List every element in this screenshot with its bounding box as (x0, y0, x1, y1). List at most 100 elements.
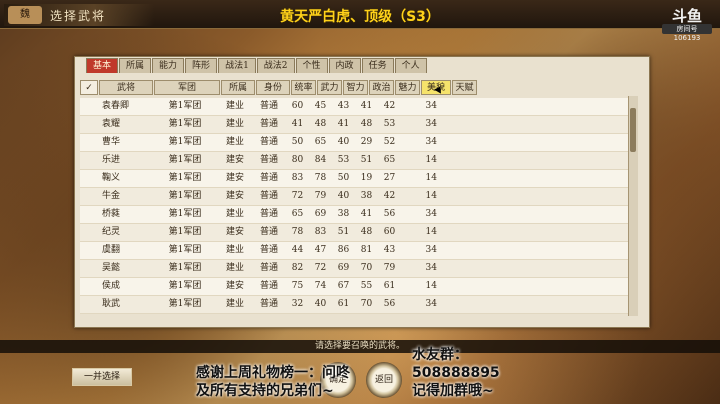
cha-cell: 65 (383, 155, 396, 165)
header-war[interactable]: 武力 (317, 80, 342, 95)
city-cell: 建业 (225, 209, 244, 219)
header-name[interactable]: 武将 (99, 80, 153, 95)
header-pol[interactable]: 政治 (369, 80, 394, 95)
war-cell: 74 (314, 281, 327, 291)
table-row[interactable]: 纪灵 第1军团 建安 普通 78 83 51 48 60 14 (80, 224, 630, 242)
pol-cell: 29 (360, 137, 373, 147)
army-cell: 第1军团 (168, 119, 202, 129)
row-checkbox[interactable] (80, 242, 98, 259)
int-cell: 40 (337, 137, 350, 147)
table-row[interactable]: 袁耀 第1军团 建业 普通 41 48 41 48 53 34 (80, 116, 630, 134)
cha-cell: 56 (383, 209, 396, 219)
table-row[interactable]: 曹华 第1军团 建业 普通 50 65 40 29 52 34 (80, 134, 630, 152)
general-name: 鞠义 (102, 173, 121, 183)
header-lead[interactable]: 统率 (291, 80, 316, 95)
room-number: 106193 (673, 34, 701, 42)
row-checkbox[interactable] (80, 152, 98, 169)
back-button[interactable]: 返回 (366, 362, 402, 398)
city-cell: 建安 (225, 227, 244, 237)
tab-personality[interactable]: 个性 (295, 58, 328, 73)
army-cell: 第1军团 (168, 263, 202, 273)
general-name: 虞翻 (102, 245, 121, 255)
tab-affiliation[interactable]: 所属 (119, 58, 152, 73)
tab-domestic[interactable]: 内政 (328, 58, 361, 73)
int-cell: 43 (337, 101, 350, 111)
row-checkbox[interactable] (80, 188, 98, 205)
city-cell: 建业 (225, 137, 244, 147)
row-checkbox[interactable] (80, 224, 98, 241)
war-cell: 78 (314, 173, 327, 183)
cha-cell: 42 (383, 191, 396, 201)
lead-cell: 50 (291, 137, 304, 147)
tab-ability[interactable]: 能力 (152, 58, 185, 73)
general-name: 袁春卿 (102, 101, 130, 111)
cha-cell: 53 (383, 119, 396, 129)
group-line-2: 508888895 (412, 365, 500, 381)
row-checkbox[interactable] (80, 116, 98, 133)
row-checkbox[interactable] (80, 278, 98, 295)
tab-mission[interactable]: 任务 (361, 58, 394, 73)
row-checkbox[interactable] (80, 170, 98, 187)
table-row[interactable]: 虞翻 第1军团 建业 普通 44 47 86 81 43 34 (80, 242, 630, 260)
int-cell: 61 (337, 299, 350, 309)
header-check[interactable]: ✓ (80, 80, 98, 95)
table-row[interactable]: 侯成 第1军团 建安 普通 75 74 67 55 61 14 (80, 278, 630, 296)
general-name: 纪灵 (102, 227, 121, 237)
lead-cell: 72 (291, 191, 304, 201)
rank-cell: 普通 (259, 155, 278, 165)
table-row[interactable]: 鞠义 第1军团 建安 普通 83 78 50 19 27 14 (80, 170, 630, 188)
table-row[interactable]: 袁春卿 第1军团 建业 普通 60 45 43 41 42 34 (80, 98, 630, 116)
table-row[interactable]: 乐进 第1军团 建安 普通 80 84 53 51 65 14 (80, 152, 630, 170)
general-name: 牛金 (102, 191, 121, 201)
talent-cell: 34 (425, 209, 437, 219)
war-cell: 69 (314, 209, 327, 219)
room-label: 房间号 (662, 24, 712, 34)
tab-basic[interactable]: 基本 (86, 58, 119, 73)
row-checkbox[interactable] (80, 134, 98, 151)
header-cha[interactable]: 魅力 (395, 80, 420, 95)
general-name: 耿武 (102, 299, 121, 309)
cha-cell: 79 (383, 263, 396, 273)
table-row[interactable]: 吴懿 第1军团 建业 普通 82 72 69 70 79 34 (80, 260, 630, 278)
city-cell: 建安 (225, 173, 244, 183)
int-cell: 53 (337, 155, 350, 165)
lead-cell: 32 (291, 299, 304, 309)
table-row[interactable]: 耿武 第1军团 建业 普通 32 40 61 70 56 34 (80, 296, 630, 314)
city-cell: 建业 (225, 101, 244, 111)
int-cell: 69 (337, 263, 350, 273)
select-all-button[interactable]: 一并选择 (72, 368, 132, 386)
table-scrollbar[interactable] (628, 96, 638, 316)
army-cell: 第1军团 (168, 245, 202, 255)
cha-cell: 43 (383, 245, 396, 255)
category-tabs: 基本 所属 能力 阵形 战法1 战法2 个性 内政 任务 个人 (86, 58, 427, 73)
header-rank[interactable]: 身份 (256, 80, 290, 95)
pol-cell: 70 (360, 263, 373, 273)
tab-tactic2[interactable]: 战法2 (256, 58, 295, 73)
lead-cell: 75 (291, 281, 304, 291)
status-text: 请选择要召唤的武将。 (0, 340, 720, 353)
army-cell: 第1军团 (168, 191, 202, 201)
pol-cell: 19 (360, 173, 373, 183)
tab-personal[interactable]: 个人 (394, 58, 427, 73)
general-name: 袁耀 (102, 119, 121, 129)
header-city[interactable]: 所属 (221, 80, 255, 95)
row-checkbox[interactable] (80, 206, 98, 223)
general-name: 吴懿 (102, 263, 121, 273)
header-army[interactable]: 军团 (154, 80, 220, 95)
header-talent[interactable]: 天赋 (452, 80, 477, 95)
stream-title-overlay: 黄天严白虎、顶级（S3） (280, 9, 440, 25)
table-row[interactable]: 牛金 第1军团 建安 普通 72 79 40 38 42 14 (80, 188, 630, 206)
header-int[interactable]: 智力 (343, 80, 368, 95)
scrollbar-thumb[interactable] (630, 108, 636, 152)
tab-tactic1[interactable]: 战法1 (218, 58, 256, 73)
lead-cell: 82 (291, 263, 304, 273)
rank-cell: 普通 (259, 191, 278, 201)
talent-cell: 34 (425, 101, 437, 111)
row-checkbox[interactable] (80, 98, 98, 115)
row-checkbox[interactable] (80, 260, 98, 277)
table-row[interactable]: 桥蕤 第1军团 建业 普通 65 69 38 41 56 34 (80, 206, 630, 224)
int-cell: 50 (337, 173, 350, 183)
tab-formation[interactable]: 阵形 (185, 58, 218, 73)
row-checkbox[interactable] (80, 296, 98, 313)
army-cell: 第1军团 (168, 155, 202, 165)
